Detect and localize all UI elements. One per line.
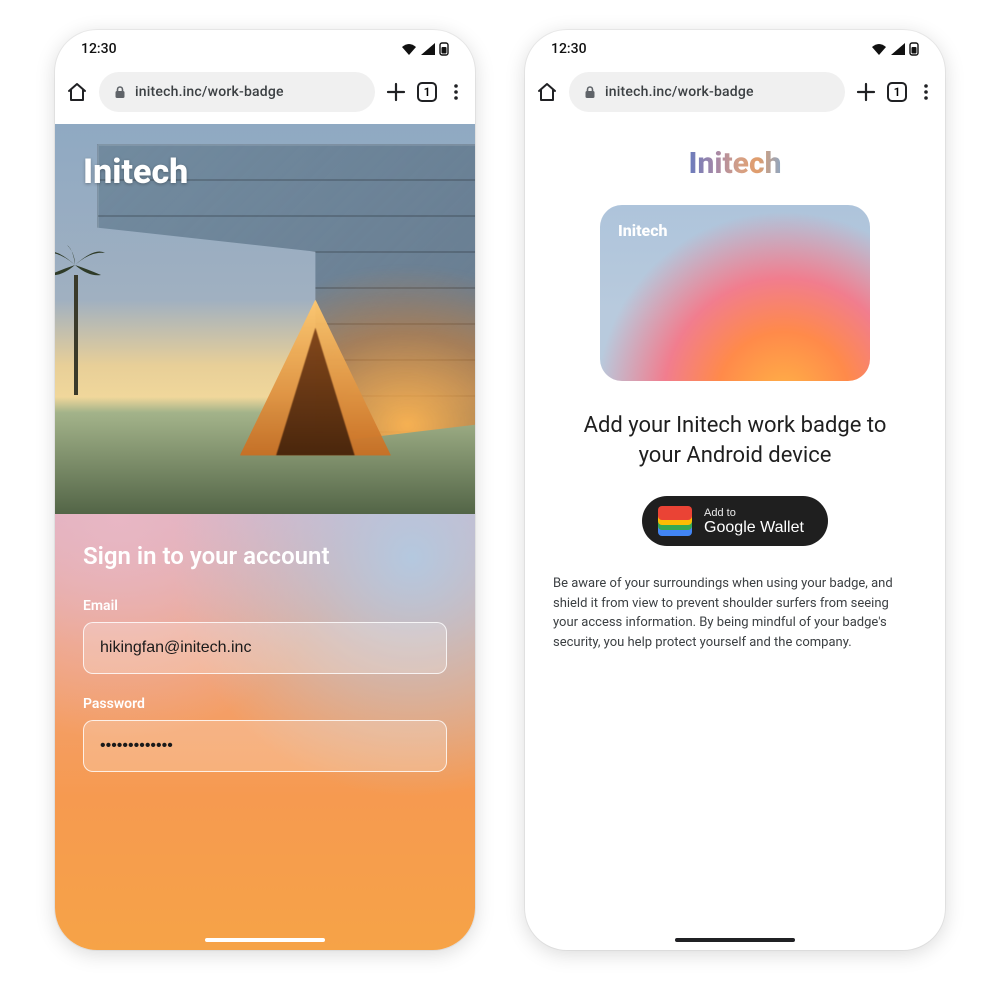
gesture-bar [675, 938, 795, 942]
clock: 12:30 [551, 41, 587, 57]
status-bar: 12:30 [525, 30, 945, 68]
wifi-icon [401, 43, 417, 55]
page-title: Add your Initech work badge to your Andr… [561, 411, 909, 470]
signin-form: Sign in to your account Email Password [55, 514, 475, 950]
status-icons [401, 42, 449, 56]
brand-logo: Initech [689, 146, 782, 181]
hero-image: Initech [55, 124, 475, 514]
gesture-bar [205, 938, 325, 942]
home-icon[interactable] [65, 80, 89, 104]
lock-icon [583, 85, 597, 99]
tab-count: 1 [894, 85, 901, 99]
page-content: Initech Initech Add your Initech work ba… [525, 124, 945, 950]
more-menu-icon[interactable] [447, 83, 465, 101]
battery-icon [439, 42, 449, 56]
browser-toolbar: initech.inc/work-badge 1 [525, 68, 945, 124]
status-bar: 12:30 [55, 30, 475, 68]
battery-icon [909, 42, 919, 56]
badge-card: Initech [600, 205, 870, 381]
address-bar[interactable]: initech.inc/work-badge [569, 72, 845, 112]
signal-icon [891, 43, 905, 55]
add-to-wallet-button[interactable]: Add to Google Wallet [642, 496, 828, 546]
wifi-icon [871, 43, 887, 55]
tabs-button[interactable]: 1 [887, 82, 907, 102]
address-bar[interactable]: initech.inc/work-badge [99, 72, 375, 112]
lock-icon [113, 85, 127, 99]
home-icon[interactable] [535, 80, 559, 104]
tab-count: 1 [424, 85, 431, 99]
palm-tree-icon [59, 249, 93, 389]
phone-signin: 12:30 initech.inc/work-badge 1 Initech [55, 30, 475, 950]
security-disclaimer: Be aware of your surroundings when using… [549, 574, 921, 652]
more-menu-icon[interactable] [917, 83, 935, 101]
email-label: Email [83, 598, 447, 614]
email-field[interactable] [83, 622, 447, 674]
brand-logo: Initech [83, 152, 188, 192]
phone-add-badge: 12:30 initech.inc/work-badge 1 Initech I… [525, 30, 945, 950]
url-text: initech.inc/work-badge [135, 84, 361, 100]
url-text: initech.inc/work-badge [605, 84, 831, 100]
signin-heading: Sign in to your account [83, 542, 447, 570]
status-icons [871, 42, 919, 56]
card-brand-label: Initech [618, 221, 668, 240]
wallet-button-label: Add to Google Wallet [704, 507, 804, 537]
tabs-button[interactable]: 1 [417, 82, 437, 102]
password-label: Password [83, 696, 447, 712]
password-field[interactable] [83, 720, 447, 772]
clock: 12:30 [81, 41, 117, 57]
new-tab-icon[interactable] [385, 81, 407, 103]
google-wallet-icon [658, 506, 692, 536]
browser-toolbar: initech.inc/work-badge 1 [55, 68, 475, 124]
new-tab-icon[interactable] [855, 81, 877, 103]
page-content: Initech Sign in to your account Email Pa… [55, 124, 475, 950]
signal-icon [421, 43, 435, 55]
